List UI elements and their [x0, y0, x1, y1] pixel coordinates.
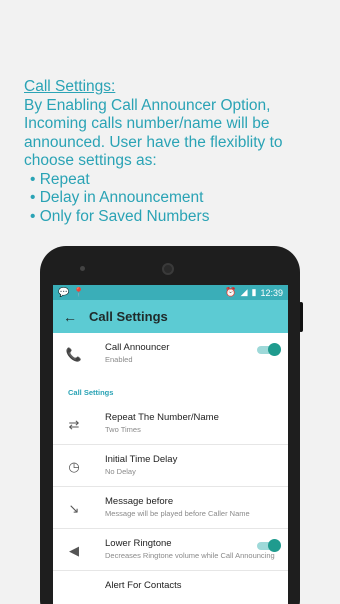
call-announcer-status: Enabled [105, 355, 133, 364]
page-title: Call Settings [89, 309, 168, 324]
lower-ringtone-title: Lower Ringtone [105, 538, 172, 549]
location-notification-icon: 📍 [73, 287, 85, 297]
promo-heading: Call Settings: [24, 78, 116, 95]
lower-ringtone-desc: Decreases Ringtone volume while Call Ann… [105, 551, 275, 560]
phone-camera [162, 263, 174, 275]
toggle-knob [268, 343, 281, 356]
chat-notification-icon: 💬 [58, 287, 70, 297]
repeat-row[interactable]: ⇄ Repeat The Number/Name Two Times [53, 403, 288, 445]
back-arrow-icon[interactable]: ← [63, 309, 89, 325]
promo-body: By Enabling Call Announcer Option, Incom… [24, 96, 283, 170]
alert-contacts-title: Alert For Contacts [105, 580, 182, 591]
phone-screen: 💬 📍 ⏰ ◢ ▮ 12:39 ← Call Settings 📞 Call A… [53, 285, 288, 604]
phone-sensor [80, 266, 85, 271]
message-before-title: Message before [105, 496, 174, 507]
speaker-icon: ◀ [69, 543, 79, 558]
promo-bullet: Only for Saved Numbers [30, 208, 324, 227]
initial-delay-value: No Delay [105, 467, 136, 476]
initial-delay-row[interactable]: ◷ Initial Time Delay No Delay [53, 445, 288, 487]
alert-contacts-row[interactable]: Alert For Contacts [53, 571, 288, 604]
status-bar: 💬 📍 ⏰ ◢ ▮ 12:39 [53, 285, 288, 300]
call-announcer-row[interactable]: 📞 Call Announcer Enabled [53, 333, 288, 379]
promo-bullet: Repeat [30, 171, 324, 190]
call-received-icon: ↘ [68, 501, 80, 516]
signal-icon: ◢ [240, 287, 248, 297]
ringing-phone-icon: 📞 [65, 347, 83, 362]
call-announcer-title: Call Announcer [105, 342, 170, 353]
initial-delay-title: Initial Time Delay [105, 454, 178, 465]
app-bar: ← Call Settings [53, 300, 288, 333]
contacts-icon [63, 582, 85, 604]
call-announcer-toggle[interactable] [257, 343, 281, 356]
toggle-knob [268, 539, 281, 552]
alarm-icon: ⏰ [225, 287, 237, 297]
section-header: Call Settings [68, 388, 114, 397]
message-before-row[interactable]: ↘ Message before Message will be played … [53, 487, 288, 529]
status-time: 12:39 [260, 287, 283, 298]
repeat-title: Repeat The Number/Name [105, 412, 219, 423]
battery-icon: ▮ [251, 287, 257, 297]
message-before-desc: Message will be played before Caller Nam… [105, 509, 250, 518]
promo-bullet: Delay in Announcement [30, 189, 324, 208]
promo-bullets: Repeat Delay in Announcement Only for Sa… [24, 171, 324, 227]
timer-icon: ◷ [68, 459, 80, 474]
repeat-value: Two Times [105, 425, 141, 434]
phone-frame: 💬 📍 ⏰ ◢ ▮ 12:39 ← Call Settings 📞 Call A… [40, 246, 300, 604]
repeat-icon: ⇄ [68, 417, 80, 432]
promo-text: Call Settings: By Enabling Call Announce… [24, 78, 324, 226]
lower-ringtone-row[interactable]: ◀ Lower Ringtone Decreases Ringtone volu… [53, 529, 288, 571]
lower-ringtone-toggle[interactable] [257, 539, 281, 552]
